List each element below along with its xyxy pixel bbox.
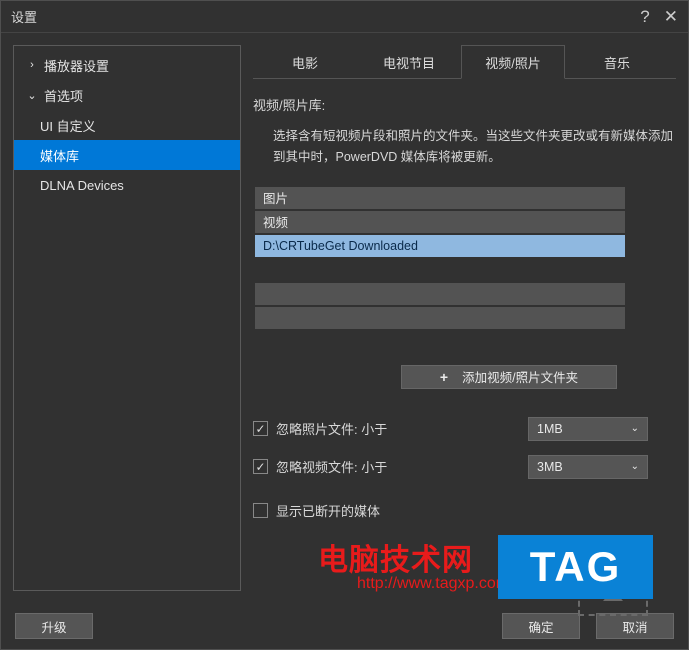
chevron-down-icon: ⌄ bbox=[631, 461, 639, 472]
sidebar-item-label: DLNA Devices bbox=[40, 178, 124, 193]
sidebar-item-preferences[interactable]: ⌄ 首选项 bbox=[14, 80, 240, 110]
titlebar: 设置 ? ✕ bbox=[1, 1, 688, 33]
watermark-url: http://www.tagxp.com bbox=[357, 575, 509, 593]
add-folder-label: 添加视频/照片文件夹 bbox=[462, 367, 578, 386]
option-show-disconnected: 显示已断开的媒体 bbox=[253, 501, 676, 520]
tab-music[interactable]: 音乐 bbox=[565, 45, 669, 79]
option-ignore-photo: ✓ 忽略照片文件: 小于 1MB ⌄ bbox=[253, 417, 676, 441]
folder-row-empty[interactable] bbox=[255, 307, 625, 329]
panel-video-photo: 视频/照片库: 选择含有短视频片段和照片的文件夹。当这些文件夹更改或有新媒体添加… bbox=[253, 79, 676, 591]
chevron-right-icon: › bbox=[24, 59, 40, 71]
watermark-tag: TAG bbox=[498, 535, 653, 599]
sidebar-item-label: UI 自定义 bbox=[40, 116, 96, 135]
folder-label: 图片 bbox=[263, 188, 288, 207]
select-video-size[interactable]: 3MB ⌄ bbox=[528, 455, 648, 479]
sidebar-item-label: 媒体库 bbox=[40, 146, 79, 165]
button-label: 取消 bbox=[622, 617, 647, 636]
select-value: 1MB bbox=[537, 422, 563, 436]
content-area: 电影 电视节目 视频/照片 音乐 视频/照片库: 选择含有短视频片段和照片的文件… bbox=[253, 45, 676, 591]
checkbox-ignore-video[interactable]: ✓ bbox=[253, 459, 268, 474]
tab-label: 电视节目 bbox=[383, 53, 435, 72]
section-label: 视频/照片库: bbox=[253, 95, 676, 114]
option-label: 显示已断开的媒体 bbox=[276, 501, 380, 520]
section-description: 选择含有短视频片段和照片的文件夹。当这些文件夹更改或有新媒体添加到其中时，Pow… bbox=[253, 126, 676, 187]
titlebar-controls: ? ✕ bbox=[640, 8, 678, 25]
button-label: 确定 bbox=[528, 617, 553, 636]
checkbox-show-disconnected[interactable] bbox=[253, 503, 268, 518]
chevron-down-icon: ⌄ bbox=[631, 423, 639, 434]
close-icon[interactable]: ✕ bbox=[664, 8, 678, 25]
tabs: 电影 电视节目 视频/照片 音乐 bbox=[253, 45, 676, 79]
tab-label: 电影 bbox=[292, 53, 318, 72]
sidebar-item-player-settings[interactable]: › 播放器设置 bbox=[14, 50, 240, 80]
tab-tv-shows[interactable]: 电视节目 bbox=[357, 45, 461, 79]
option-ignore-video: ✓ 忽略视频文件: 小于 3MB ⌄ bbox=[253, 455, 676, 479]
watermark-text: 电脑技术网 bbox=[318, 535, 473, 579]
tab-movies[interactable]: 电影 bbox=[253, 45, 357, 79]
folder-listbox: 图片 视频 D:\CRTubeGet Downloaded bbox=[255, 187, 625, 329]
checkbox-ignore-photo[interactable]: ✓ bbox=[253, 421, 268, 436]
window-title: 设置 bbox=[11, 7, 37, 26]
folder-row-videos[interactable]: 视频 bbox=[255, 211, 625, 233]
tab-label: 视频/照片 bbox=[485, 53, 541, 72]
sidebar-item-dlna-devices[interactable]: DLNA Devices bbox=[14, 170, 240, 200]
tab-video-photo[interactable]: 视频/照片 bbox=[461, 45, 565, 79]
chevron-down-icon: ⌄ bbox=[24, 89, 40, 102]
option-label: 忽略照片文件: 小于 bbox=[276, 419, 387, 438]
body-area: › 播放器设置 ⌄ 首选项 UI 自定义 媒体库 DLNA Devices 电影 bbox=[1, 33, 688, 603]
sidebar-item-media-library[interactable]: 媒体库 bbox=[14, 140, 240, 170]
cancel-button[interactable]: 取消 bbox=[596, 613, 674, 639]
folder-label: D:\CRTubeGet Downloaded bbox=[263, 239, 418, 253]
sidebar: › 播放器设置 ⌄ 首选项 UI 自定义 媒体库 DLNA Devices bbox=[13, 45, 241, 591]
select-photo-size[interactable]: 1MB ⌄ bbox=[528, 417, 648, 441]
button-label: 升级 bbox=[41, 617, 66, 636]
sidebar-item-ui-custom[interactable]: UI 自定义 bbox=[14, 110, 240, 140]
select-value: 3MB bbox=[537, 460, 563, 474]
ok-button[interactable]: 确定 bbox=[502, 613, 580, 639]
sidebar-item-label: 首选项 bbox=[44, 86, 83, 105]
footer-right: 确定 取消 bbox=[502, 613, 674, 639]
upgrade-button[interactable]: 升级 bbox=[15, 613, 93, 639]
sidebar-item-label: 播放器设置 bbox=[44, 56, 109, 75]
folder-row-pictures[interactable]: 图片 bbox=[255, 187, 625, 209]
folder-row-downloaded[interactable]: D:\CRTubeGet Downloaded bbox=[255, 235, 625, 257]
folder-row-empty[interactable] bbox=[255, 283, 625, 305]
help-icon[interactable]: ? bbox=[640, 8, 649, 25]
add-folder-button[interactable]: + 添加视频/照片文件夹 bbox=[401, 365, 617, 389]
plus-icon: + bbox=[440, 369, 448, 385]
tab-label: 音乐 bbox=[604, 53, 630, 72]
folder-label: 视频 bbox=[263, 212, 288, 231]
option-label: 忽略视频文件: 小于 bbox=[276, 457, 387, 476]
